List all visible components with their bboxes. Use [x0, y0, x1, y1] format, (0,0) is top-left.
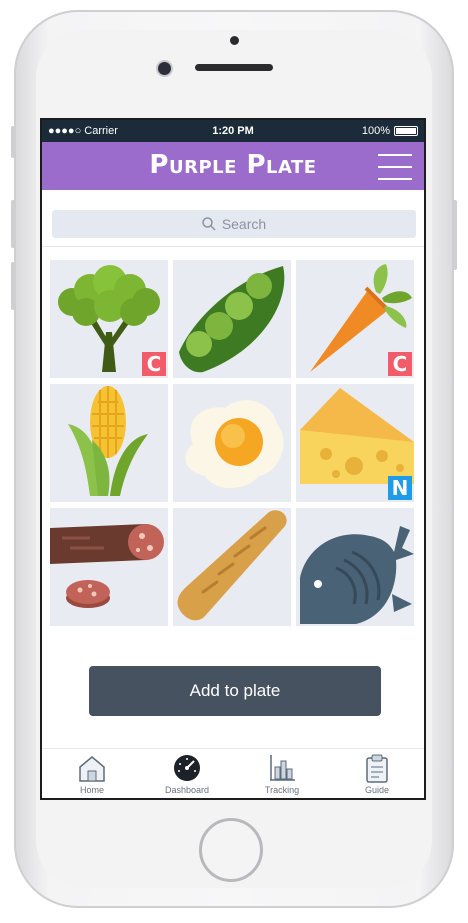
chart-icon: [270, 755, 295, 781]
speaker: [195, 64, 273, 71]
tab-label: Guide: [364, 785, 390, 795]
status-bar: ●●●●○ Carrier 1:20 PM 100%: [42, 120, 424, 142]
battery-icon: [394, 126, 418, 136]
search-icon: [202, 217, 216, 231]
tab-label: Tracking: [264, 785, 300, 795]
tab-dashboard[interactable]: Dashboard: [142, 749, 232, 798]
tab-label: Dashboard: [164, 785, 210, 795]
food-badge: C: [142, 352, 166, 376]
tab-bar: Home Dashboard Tracking Guide: [42, 748, 424, 798]
fish-icon: [300, 526, 414, 624]
corn-icon: [68, 386, 148, 496]
salami-icon: [50, 524, 164, 608]
dashboard-icon: [174, 755, 200, 781]
app-title: Purple Plate: [149, 150, 317, 180]
volume-down-button: [11, 262, 15, 310]
search-input[interactable]: Search: [52, 210, 416, 238]
food-tile-carrot[interactable]: C: [296, 260, 414, 378]
peas-icon: [179, 266, 285, 373]
tab-guide[interactable]: Guide: [332, 749, 422, 798]
food-tile-salami[interactable]: [50, 508, 168, 626]
proximity-sensor: [230, 36, 239, 45]
search-placeholder: Search: [221, 216, 267, 232]
tab-tracking[interactable]: Tracking: [237, 749, 327, 798]
food-tile-broccoli[interactable]: C: [50, 260, 168, 378]
battery-percent: 100%: [361, 125, 390, 137]
app-screen: ●●●●○ Carrier 1:20 PM 100% Purple Plate …: [40, 118, 426, 800]
search-bar: Search: [42, 190, 424, 247]
add-to-plate-button[interactable]: Add to plate: [89, 666, 381, 716]
food-badge: N: [388, 476, 412, 500]
food-tile-cheese[interactable]: N: [296, 384, 414, 502]
food-grid: C C N: [50, 260, 418, 626]
side-button: [11, 126, 15, 158]
battery-indicator: 100%: [362, 125, 418, 137]
tab-home[interactable]: Home: [47, 749, 137, 798]
front-camera: [158, 62, 171, 75]
food-tile-fried-egg[interactable]: [173, 384, 291, 502]
volume-up-button: [11, 200, 15, 248]
bread-icon: [177, 510, 287, 621]
tab-label: Home: [79, 785, 104, 795]
fried-egg-icon: [185, 400, 284, 488]
food-tile-peas[interactable]: [173, 260, 291, 378]
app-header: Purple Plate: [42, 142, 424, 190]
home-button[interactable]: [199, 818, 263, 882]
food-tile-fish[interactable]: [296, 508, 414, 626]
food-tile-corn[interactable]: [50, 384, 168, 502]
food-tile-bread[interactable]: [173, 508, 291, 626]
menu-icon[interactable]: [378, 154, 412, 180]
power-button: [453, 200, 457, 270]
clipboard-icon: [366, 754, 388, 783]
food-badge: C: [388, 352, 412, 376]
home-icon: [79, 756, 105, 782]
